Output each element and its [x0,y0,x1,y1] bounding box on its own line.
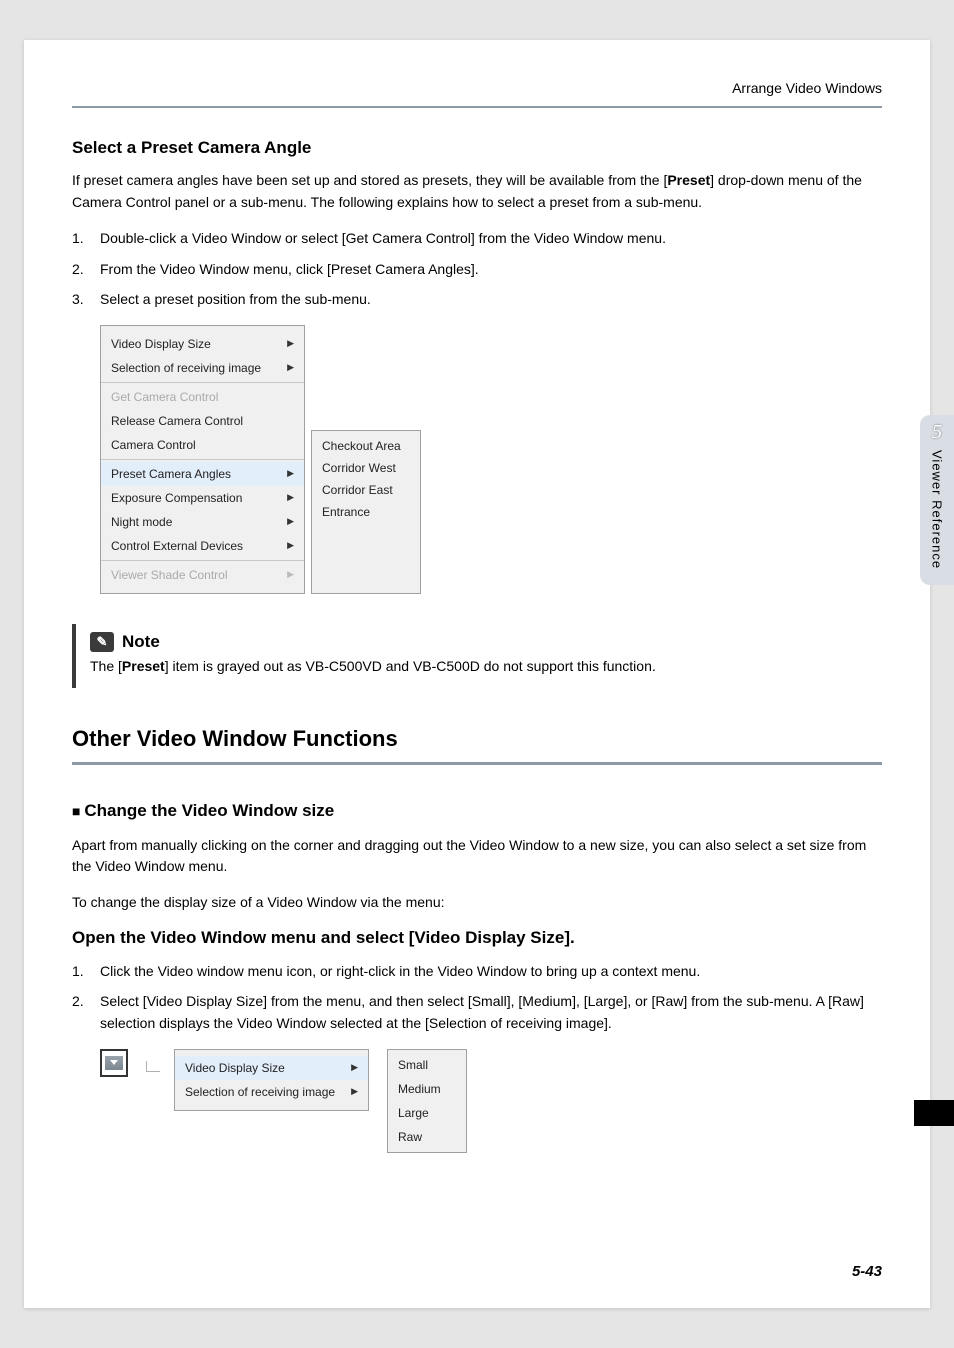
context-submenu-2: Small Medium Large Raw [387,1049,467,1153]
step: 2.From the Video Window menu, click [Pre… [72,258,882,280]
context-menu-main: Video Display Size▶ Selection of receivi… [100,325,305,594]
steps-list-1: 1.Double-click a Video Window or select … [72,227,882,310]
submenu-item[interactable]: Small [388,1053,466,1077]
chapter-label: Viewer Reference [930,450,945,569]
window-menu-icon[interactable] [100,1049,128,1077]
step: 2.Select [Video Display Size] from the m… [72,990,882,1035]
menu-item-disabled: Viewer Shade Control▶ [101,563,304,587]
section-intro: If preset camera angles have been set up… [72,170,882,213]
menu-item[interactable]: Exposure Compensation▶ [101,486,304,510]
submenu-item[interactable]: Medium [388,1077,466,1101]
chapter-tab: 5 Viewer Reference [920,415,954,585]
section-title-preset: Select a Preset Camera Angle [72,138,882,158]
menu-screenshot-2: Video Display Size▶ Selection of receivi… [100,1049,882,1153]
submenu-item[interactable]: Large [388,1101,466,1125]
note-icon: ✎ [90,632,114,652]
paragraph: To change the display size of a Video Wi… [72,892,882,914]
note-heading: ✎ Note [90,632,868,652]
menu-item-selected[interactable]: Video Display Size▶ [175,1056,368,1080]
menu-item-selected[interactable]: Preset Camera Angles▶ [101,462,304,486]
menu-item[interactable]: Camera Control [101,433,304,457]
menu-item[interactable]: Night mode▶ [101,510,304,534]
note-box: ✎ Note The [Preset] item is grayed out a… [72,624,882,688]
step: 1.Double-click a Video Window or select … [72,227,882,249]
menu-item[interactable]: Selection of receiving image▶ [175,1080,368,1104]
page: Arrange Video Windows Select a Preset Ca… [24,40,930,1308]
menu-item[interactable]: Control External Devices▶ [101,534,304,558]
step: 3.Select a preset position from the sub-… [72,288,882,310]
header-category: Arrange Video Windows [72,80,882,96]
paragraph: Apart from manually clicking on the corn… [72,835,882,878]
context-submenu: Checkout Area Corridor West Corridor Eas… [311,430,421,594]
submenu-item[interactable]: Corridor West [312,457,420,479]
submenu-arrow-icon: ▶ [287,491,294,505]
side-marker [914,1100,954,1126]
step: 1.Click the Video window menu icon, or r… [72,960,882,982]
steps-list-2: 1.Click the Video window menu icon, or r… [72,960,882,1035]
section-title-other: Other Video Window Functions [72,726,882,752]
submenu-arrow-icon: ▶ [351,1061,358,1075]
submenu-item[interactable]: Corridor East [312,479,420,501]
subsection-title: Change the Video Window size [72,801,882,821]
menu-item[interactable]: Release Camera Control [101,409,304,433]
submenu-arrow-icon: ▶ [287,539,294,553]
menu-item-disabled: Get Camera Control [101,385,304,409]
submenu-arrow-icon: ▶ [287,467,294,481]
submenu-arrow-icon: ▶ [351,1085,358,1099]
submenu-item[interactable]: Entrance [312,501,420,523]
submenu-item[interactable]: Checkout Area [312,435,420,457]
menu-screenshot-1: Video Display Size▶ Selection of receivi… [100,325,882,594]
submenu-arrow-icon: ▶ [287,337,294,351]
submenu-arrow-icon: ▶ [287,515,294,529]
section-rule [72,762,882,765]
note-text: The [Preset] item is grayed out as VB-C5… [90,658,868,674]
context-menu-main-2: Video Display Size▶ Selection of receivi… [174,1049,369,1111]
menu-item[interactable]: Selection of receiving image▶ [101,356,304,380]
menu-item[interactable]: Video Display Size▶ [101,332,304,356]
chapter-number: 5 [932,421,942,444]
submenu-item[interactable]: Raw [388,1125,466,1149]
submenu-arrow-icon: ▶ [287,361,294,375]
page-number: 5-43 [852,1263,882,1280]
instruction-title: Open the Video Window menu and select [V… [72,928,882,948]
header-rule [72,106,882,108]
submenu-arrow-icon: ▶ [287,568,294,582]
